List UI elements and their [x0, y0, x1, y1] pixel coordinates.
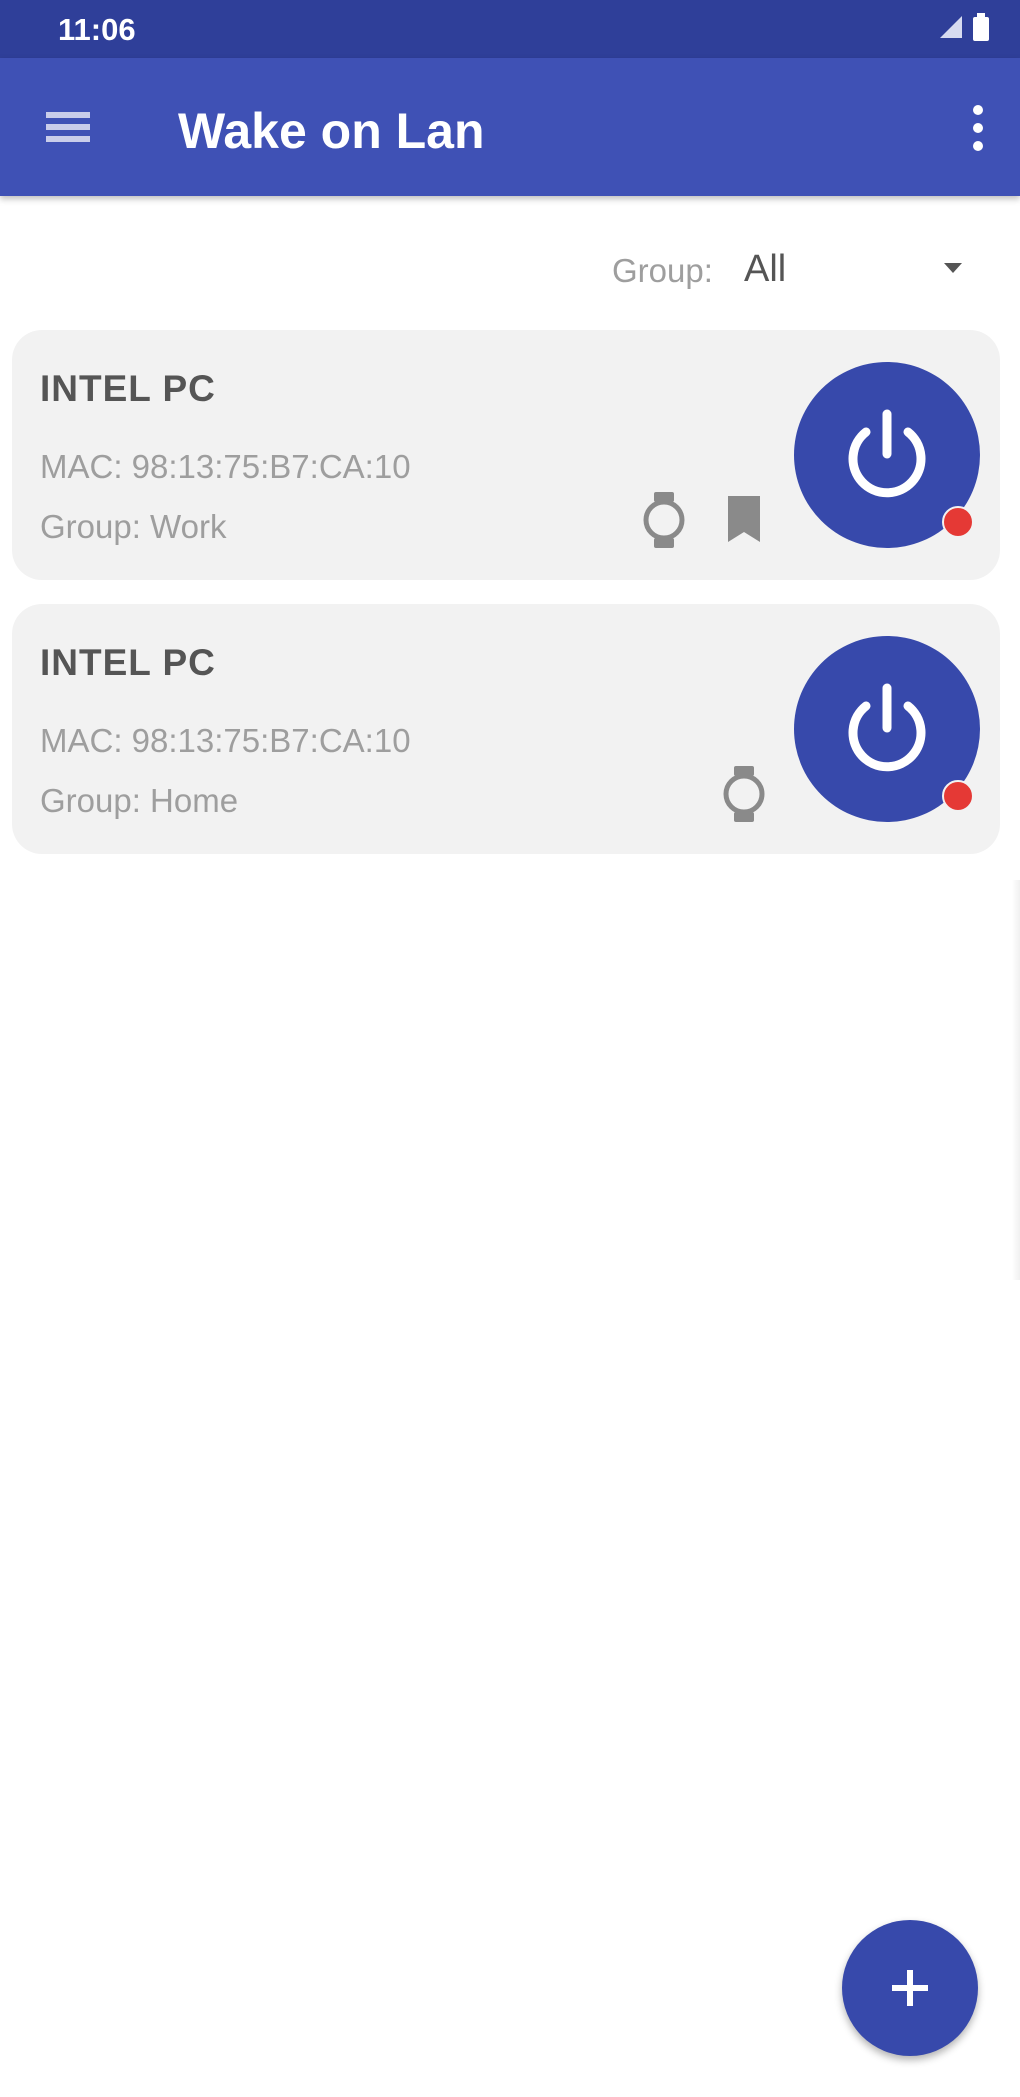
power-icon	[848, 683, 926, 772]
status-bar: 11:06	[0, 0, 1020, 58]
battery-icon	[972, 12, 990, 46]
add-device-button[interactable]	[842, 1920, 978, 2056]
device-name: INTEL PC	[40, 368, 216, 409]
device-group: Group: Work	[40, 508, 227, 545]
device-name: INTEL PC	[40, 642, 216, 683]
bookmark-icon[interactable]	[722, 494, 766, 554]
device-mac: MAC: 98:13:75:B7:CA:10	[40, 448, 411, 485]
status-time: 11:06	[58, 12, 136, 47]
edge-shadow	[1012, 880, 1020, 1280]
status-icons	[938, 12, 990, 46]
group-filter-label: Group:	[612, 252, 713, 289]
page-title: Wake on Lan	[178, 103, 485, 159]
device-card[interactable]: INTEL PC MAC: 98:13:75:B7:CA:10 Group: H…	[12, 604, 1000, 854]
status-dot	[942, 780, 974, 812]
device-mac: MAC: 98:13:75:B7:CA:10	[40, 722, 411, 759]
hamburger-menu-icon[interactable]	[42, 104, 94, 150]
watch-icon[interactable]	[722, 764, 766, 824]
watch-icon[interactable]	[642, 490, 686, 550]
app-bar: Wake on Lan	[0, 58, 1020, 196]
dropdown-arrow-icon	[944, 262, 962, 274]
device-card[interactable]: INTEL PC MAC: 98:13:75:B7:CA:10 Group: W…	[12, 330, 1000, 580]
more-vert-icon[interactable]	[966, 102, 990, 154]
group-filter-value: All	[744, 248, 787, 290]
plus-icon	[892, 1970, 928, 2006]
device-group: Group: Home	[40, 782, 239, 819]
status-dot	[942, 506, 974, 538]
signal-icon	[938, 14, 964, 45]
power-icon	[848, 409, 926, 498]
group-filter-dropdown[interactable]: Group: All	[612, 240, 972, 300]
